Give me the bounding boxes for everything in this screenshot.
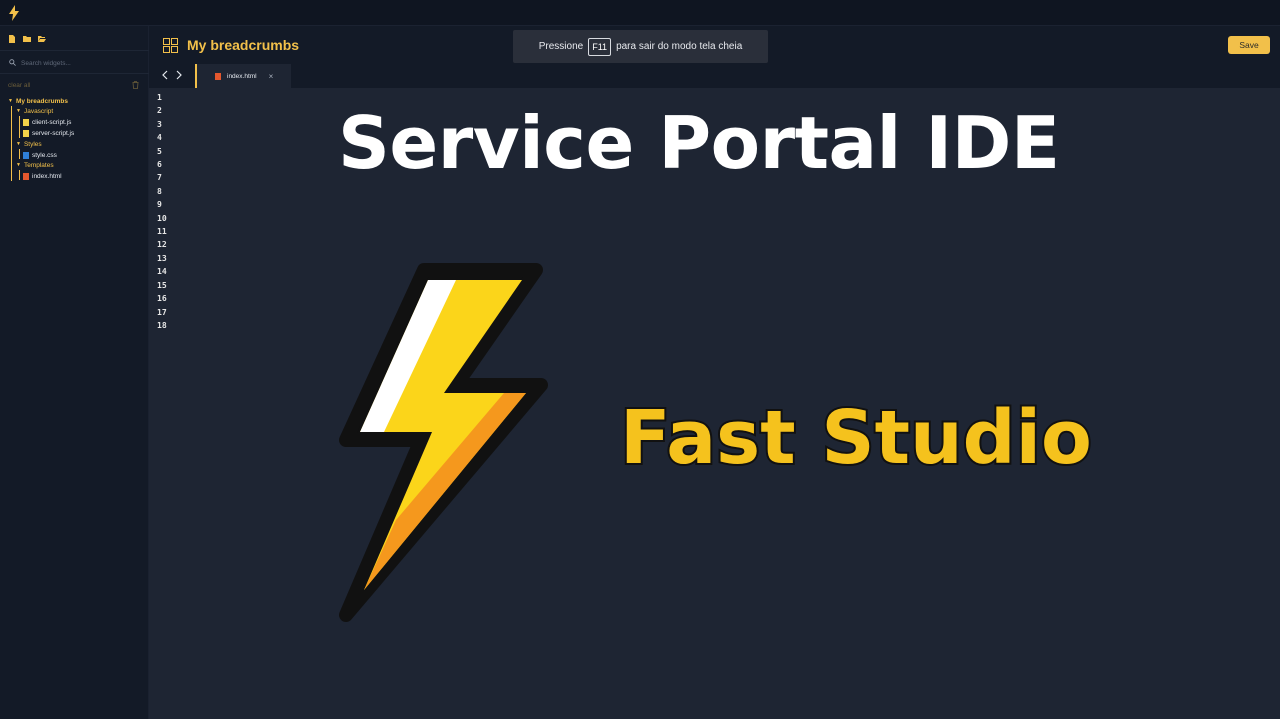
chevron-right-icon[interactable]: [175, 70, 183, 80]
line-number: 3: [157, 118, 162, 129]
save-folder-icon[interactable]: [23, 35, 31, 43]
page-title: My breadcrumbs: [187, 37, 300, 53]
widget-header: My breadcrumbs Pressione F11 para sair d…: [149, 26, 1280, 64]
clear-all-link[interactable]: clear all: [8, 82, 30, 89]
tab-label: index.html: [227, 72, 257, 80]
tree-guide: [19, 170, 20, 180]
html-file-icon: [215, 72, 221, 80]
line-number: 11: [157, 226, 167, 237]
widgets-grid-icon: [163, 38, 178, 53]
search-input[interactable]: [21, 56, 141, 70]
line-number: 16: [157, 293, 167, 304]
bolt-icon[interactable]: [8, 5, 20, 21]
save-button[interactable]: Save: [1228, 36, 1270, 54]
tab-nav: [161, 70, 183, 80]
tree-guide: [19, 149, 20, 159]
line-number: 9: [157, 199, 162, 210]
line-number: 1: [157, 92, 162, 102]
trash-icon[interactable]: [132, 81, 139, 89]
js-file-icon: [23, 130, 29, 137]
open-folder-icon[interactable]: [38, 35, 46, 43]
tree-folder-javascript[interactable]: ▼ Javascript: [16, 106, 53, 117]
tab-index-html[interactable]: index.html ×: [195, 64, 291, 88]
new-file-icon[interactable]: [8, 35, 16, 43]
search-box: [0, 50, 149, 74]
line-number: 14: [157, 266, 167, 277]
tree-file-index-html[interactable]: index.html: [23, 171, 62, 182]
html-file-icon: [23, 173, 29, 180]
top-bar: [0, 0, 1280, 26]
js-file-icon: [23, 119, 29, 126]
fullscreen-notice: Pressione F11 para sair do modo tela che…: [513, 30, 768, 63]
fullscreen-notice-suffix: para sair do modo tela cheia: [616, 41, 743, 52]
code-editor[interactable]: 1 2 3 4 5 6 7 8 9 10 11 12 13 14 15 16 1…: [149, 88, 1280, 719]
line-number: 12: [157, 239, 167, 250]
line-number: 4: [157, 132, 162, 143]
css-file-icon: [23, 152, 29, 159]
close-icon[interactable]: ×: [269, 72, 274, 81]
line-number: 8: [157, 185, 162, 196]
chevron-left-icon[interactable]: [161, 70, 169, 80]
editor-tab-bar: index.html ×: [149, 64, 1280, 88]
tree-folder-templates[interactable]: ▼ Templates: [16, 160, 54, 171]
line-number: 18: [157, 319, 167, 330]
tree-guide: [11, 106, 12, 181]
line-number: 13: [157, 252, 167, 263]
line-number: 5: [157, 145, 162, 156]
sidebar-actions: [8, 35, 46, 43]
line-number: 2: [157, 105, 162, 116]
sidebar: clear all ▼ My breadcrumbs ▼ Javascript …: [0, 26, 149, 719]
tree-file-server-script[interactable]: server-script.js: [23, 128, 74, 139]
line-number: 15: [157, 279, 167, 290]
tree-file-client-script[interactable]: client-script.js: [23, 117, 71, 128]
line-number: 10: [157, 212, 167, 223]
fullscreen-notice-prefix: Pressione: [538, 41, 584, 52]
tree-guide: [19, 116, 20, 138]
line-number: 6: [157, 159, 162, 170]
search-icon: [9, 59, 16, 66]
line-number: 17: [157, 306, 167, 317]
line-numbers: 1 2 3 4 5 6 7 8 9 10 11 12 13 14 15 16 1…: [157, 91, 167, 332]
f11-key: F11: [588, 37, 612, 56]
line-number: 7: [157, 172, 162, 183]
